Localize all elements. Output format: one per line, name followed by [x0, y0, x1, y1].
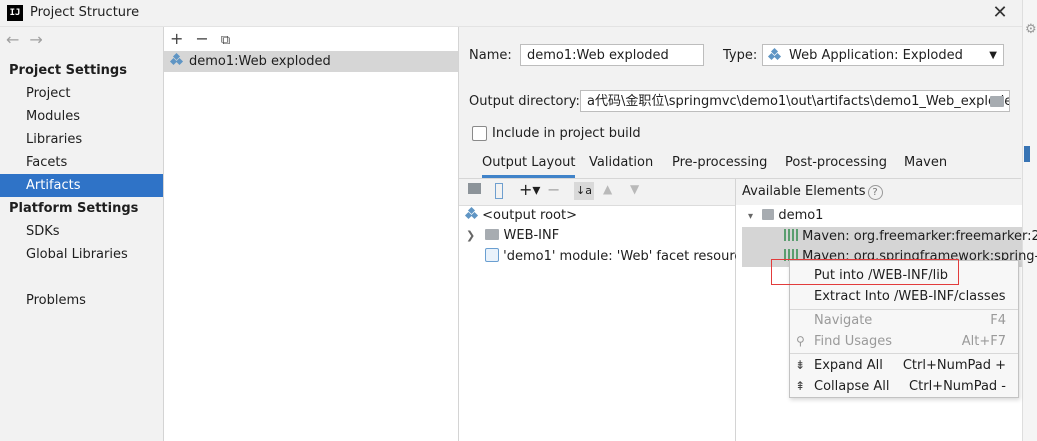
library-label: Maven: org.freemarker:freemarker:2.3	[802, 229, 1037, 244]
web-app-icon	[767, 47, 782, 61]
include-in-build-checkbox[interactable]	[472, 126, 487, 141]
sidebar-item-artifacts[interactable]: Artifacts	[0, 174, 163, 197]
available-elements-label: Available Elements?	[742, 184, 883, 200]
artifact-icon	[169, 52, 185, 68]
close-icon[interactable]: ✕	[990, 2, 1010, 23]
sidebar-item-modules[interactable]: Modules	[0, 105, 163, 128]
type-select-value: Web Application: Exploded	[789, 48, 963, 63]
artifacts-toolbar: + − ⧉	[170, 29, 242, 48]
menu-item-collapse-all[interactable]: ⇞ Collapse All Ctrl+NumPad -	[790, 376, 1018, 397]
module-folder-icon	[762, 209, 775, 220]
menu-item-extract-into-classes[interactable]: Extract Into /WEB-INF/classes	[790, 286, 1018, 307]
back-arrow-icon[interactable]: ←	[6, 30, 19, 49]
sidebar-item-facets[interactable]: Facets	[0, 151, 163, 174]
sidebar-item-problems[interactable]: Problems	[0, 289, 163, 312]
module-resources-label: 'demo1' module: 'Web' facet resources	[503, 249, 757, 264]
tab-output-layout[interactable]: Output Layout	[482, 155, 576, 178]
artifact-label: demo1:Web exploded	[189, 54, 331, 69]
web-inf-label: WEB-INF	[503, 228, 560, 243]
folder-icon	[485, 229, 500, 240]
remove-icon[interactable]: −	[195, 29, 208, 48]
chevron-down-icon: ▼	[989, 50, 997, 61]
copy-icon[interactable]: ⧉	[221, 33, 230, 48]
tab-pre-processing[interactable]: Pre-processing	[672, 155, 767, 170]
gear-icon: ⚙	[1025, 22, 1037, 37]
library-icon	[784, 229, 798, 241]
tree-row-web-inf[interactable]: ❯ WEB-INF	[466, 228, 559, 243]
output-root-label: <output root>	[482, 208, 577, 223]
type-label: Type:	[723, 48, 758, 63]
new-folder-icon[interactable]	[468, 183, 481, 194]
menu-item-navigate[interactable]: Navigate F4	[790, 310, 1018, 331]
highlight-annotation-box	[771, 259, 959, 285]
intellij-logo-icon: IJ	[7, 5, 23, 21]
tab-validation[interactable]: Validation	[589, 155, 653, 170]
sidebar-item-sdks[interactable]: SDKs	[0, 220, 163, 243]
output-directory-value: a代码\金职位\springmvc\demo1\out\artifacts\de…	[587, 94, 1010, 109]
name-field[interactable]: demo1:Web exploded	[520, 44, 704, 66]
search-icon: ⚲	[796, 334, 805, 348]
name-label: Name:	[469, 48, 512, 63]
move-down-icon[interactable]: ▼	[630, 182, 639, 196]
project-settings-header: Project Settings	[9, 63, 127, 78]
sidebar-item-project[interactable]: Project	[0, 82, 163, 105]
output-root-icon	[464, 206, 479, 220]
type-select[interactable]: Web Application: Exploded ▼	[762, 44, 1004, 66]
sidebar-item-libraries[interactable]: Libraries	[0, 128, 163, 151]
include-in-build-label: Include in project build	[492, 126, 641, 141]
menu-item-find-usages[interactable]: ⚲ Find Usages Alt+F7	[790, 331, 1018, 352]
output-directory-label: Output directory:	[469, 94, 580, 109]
background-accent	[1024, 146, 1030, 162]
output-directory-field[interactable]: a代码\金职位\springmvc\demo1\out\artifacts\de…	[580, 90, 1010, 112]
add-copy-icon[interactable]: +▾	[519, 180, 540, 199]
artifacts-list-panel	[164, 27, 459, 441]
background-window-edge: ⚙	[1022, 0, 1037, 441]
title-bar	[0, 0, 1022, 27]
tree-row-output-root[interactable]: <output root>	[464, 206, 577, 223]
menu-item-expand-all[interactable]: ⇟ Expand All Ctrl+NumPad +	[790, 355, 1018, 376]
collapse-all-icon: ⇞	[795, 379, 806, 393]
forward-arrow-icon[interactable]: →	[29, 30, 42, 49]
tree-row-module-resources[interactable]: 'demo1' module: 'Web' facet resources	[485, 248, 756, 264]
artifact-item[interactable]: demo1:Web exploded	[164, 51, 458, 72]
tab-post-processing[interactable]: Post-processing	[785, 155, 887, 170]
help-icon[interactable]: ?	[867, 185, 883, 200]
demo1-label: demo1	[778, 208, 824, 223]
remove-element-icon[interactable]: −	[547, 180, 560, 199]
tree-row-demo1[interactable]: ▾ demo1	[748, 208, 823, 223]
layout-toolbar: +▾ − ↓a ▲ ▼	[459, 179, 735, 206]
navigation-arrows: ← →	[6, 30, 53, 49]
sort-icon[interactable]: ↓a	[574, 182, 594, 200]
add-icon[interactable]: +	[170, 29, 183, 48]
move-up-icon[interactable]: ▲	[603, 182, 612, 196]
browse-folder-icon[interactable]	[990, 96, 1004, 107]
library-row[interactable]: Maven: org.freemarker:freemarker:2.3	[784, 229, 1037, 244]
expand-all-icon: ⇟	[795, 358, 806, 372]
platform-settings-header: Platform Settings	[9, 201, 139, 216]
chevron-right-icon[interactable]: ❯	[466, 229, 475, 242]
chevron-down-icon[interactable]: ▾	[748, 211, 753, 222]
tab-maven[interactable]: Maven	[904, 155, 947, 170]
window-title: Project Structure	[30, 5, 140, 20]
archive-icon[interactable]	[495, 183, 503, 199]
sidebar-item-global-libraries[interactable]: Global Libraries	[0, 243, 163, 266]
menu-separator	[790, 353, 1018, 354]
web-facet-icon	[485, 248, 499, 262]
